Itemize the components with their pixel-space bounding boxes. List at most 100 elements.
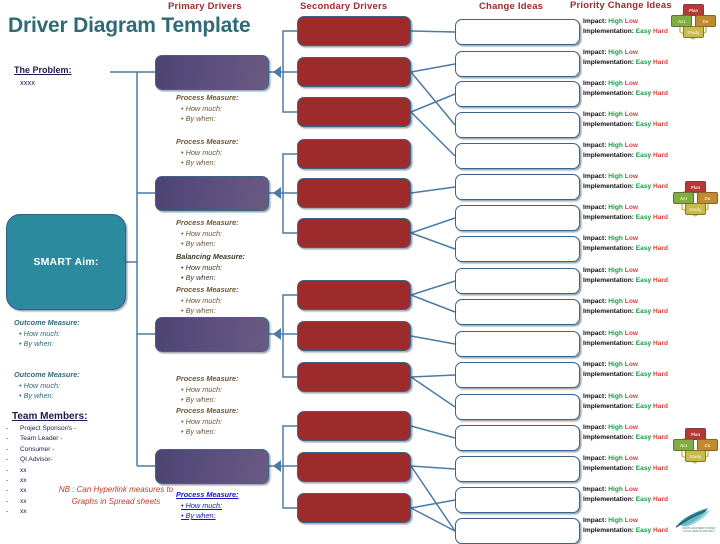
priority-rating[interactable]: Impact: High Low Implementation: Easy Har… [583, 360, 668, 379]
secondary-driver-box[interactable] [297, 97, 411, 127]
secondary-driver-box[interactable] [297, 16, 411, 46]
implementation-easy[interactable]: Easy [636, 527, 651, 534]
pdsa-act[interactable]: Act [673, 439, 694, 451]
secondary-driver-box[interactable] [297, 493, 411, 523]
implementation-easy[interactable]: Easy [636, 214, 651, 221]
impact-low[interactable]: Low [625, 424, 638, 431]
secondary-driver-box[interactable] [297, 280, 411, 310]
implementation-hard[interactable]: Hard [653, 465, 668, 472]
impact-high[interactable]: High [608, 204, 623, 211]
impact-high[interactable]: High [608, 142, 623, 149]
priority-rating[interactable]: Impact: High Low Implementation: Easy Har… [583, 203, 668, 222]
impact-low[interactable]: Low [625, 49, 638, 56]
implementation-hard[interactable]: Hard [653, 277, 668, 284]
change-idea-box[interactable] [455, 268, 580, 294]
impact-low[interactable]: Low [625, 267, 638, 274]
impact-high[interactable]: High [608, 49, 623, 56]
implementation-easy[interactable]: Easy [636, 403, 651, 410]
implementation-hard[interactable]: Hard [653, 371, 668, 378]
implementation-hard[interactable]: Hard [653, 121, 668, 128]
priority-rating[interactable]: Impact: High Low Implementation: Easy Har… [583, 266, 668, 285]
priority-rating[interactable]: Impact: High Low Implementation: Easy Har… [583, 48, 668, 67]
impact-high[interactable]: High [608, 517, 623, 524]
priority-rating[interactable]: Impact: High Low Implementation: Easy Har… [583, 110, 668, 129]
impact-low[interactable]: Low [625, 330, 638, 337]
secondary-driver-box[interactable] [297, 139, 411, 169]
implementation-easy[interactable]: Easy [636, 90, 651, 97]
pdsa-study[interactable]: Study [683, 26, 704, 38]
implementation-hard[interactable]: Hard [653, 496, 668, 503]
change-idea-box[interactable] [455, 143, 580, 169]
impact-high[interactable]: High [608, 235, 623, 242]
change-idea-box[interactable] [455, 299, 580, 325]
change-idea-box[interactable] [455, 487, 580, 513]
change-idea-box[interactable] [455, 236, 580, 262]
primary-driver-box[interactable] [155, 449, 269, 484]
implementation-easy[interactable]: Easy [636, 28, 651, 35]
impact-low[interactable]: Low [625, 298, 638, 305]
priority-rating[interactable]: Impact: High Low Implementation: Easy Har… [583, 79, 668, 98]
impact-low[interactable]: Low [625, 486, 638, 493]
implementation-easy[interactable]: Easy [636, 340, 651, 347]
impact-low[interactable]: Low [625, 18, 638, 25]
change-idea-box[interactable] [455, 394, 580, 420]
primary-driver-box[interactable] [155, 317, 269, 352]
implementation-hard[interactable]: Hard [653, 214, 668, 221]
priority-rating[interactable]: Impact: High Low Implementation: Easy Har… [583, 141, 668, 160]
implementation-easy[interactable]: Easy [636, 465, 651, 472]
change-idea-box[interactable] [455, 81, 580, 107]
impact-high[interactable]: High [608, 111, 623, 118]
change-idea-box[interactable] [455, 425, 580, 451]
impact-high[interactable]: High [608, 173, 623, 180]
implementation-hard[interactable]: Hard [653, 152, 668, 159]
change-idea-box[interactable] [455, 51, 580, 77]
pdsa-act[interactable]: Act [673, 192, 694, 204]
change-idea-box[interactable] [455, 362, 580, 388]
impact-high[interactable]: High [608, 80, 623, 87]
implementation-hard[interactable]: Hard [653, 28, 668, 35]
change-idea-box[interactable] [455, 331, 580, 357]
priority-rating[interactable]: Impact: High Low Implementation: Easy Har… [583, 392, 668, 411]
change-idea-box[interactable] [455, 456, 580, 482]
impact-high[interactable]: High [608, 330, 623, 337]
implementation-easy[interactable]: Easy [636, 371, 651, 378]
impact-high[interactable]: High [608, 361, 623, 368]
impact-low[interactable]: Low [625, 80, 638, 87]
implementation-easy[interactable]: Easy [636, 121, 651, 128]
smart-aim-box[interactable]: SMART Aim: [6, 214, 126, 310]
priority-rating[interactable]: Impact: High Low Implementation: Easy Har… [583, 329, 668, 348]
secondary-driver-box[interactable] [297, 362, 411, 392]
change-idea-box[interactable] [455, 518, 580, 544]
secondary-driver-box[interactable] [297, 218, 411, 248]
measure-line[interactable]: • How much: [176, 501, 238, 512]
priority-rating[interactable]: Impact: High Low Implementation: Easy Har… [583, 17, 668, 36]
priority-rating[interactable]: Impact: High Low Implementation: Easy Har… [583, 172, 668, 191]
impact-low[interactable]: Low [625, 173, 638, 180]
priority-rating[interactable]: Impact: High Low Implementation: Easy Har… [583, 516, 668, 535]
priority-rating[interactable]: Impact: High Low Implementation: Easy Har… [583, 454, 668, 473]
change-idea-box[interactable] [455, 19, 580, 45]
implementation-easy[interactable]: Easy [636, 245, 651, 252]
implementation-easy[interactable]: Easy [636, 59, 651, 66]
implementation-hard[interactable]: Hard [653, 308, 668, 315]
priority-rating[interactable]: Impact: High Low Implementation: Easy Har… [583, 485, 668, 504]
pdsa-act[interactable]: Act [671, 15, 692, 27]
implementation-easy[interactable]: Easy [636, 277, 651, 284]
impact-low[interactable]: Low [625, 111, 638, 118]
process-measure-hyperlink[interactable]: Process Measure: • How much: • By when: [176, 490, 238, 522]
implementation-easy[interactable]: Easy [636, 496, 651, 503]
impact-high[interactable]: High [608, 298, 623, 305]
impact-high[interactable]: High [608, 18, 623, 25]
implementation-easy[interactable]: Easy [636, 152, 651, 159]
impact-high[interactable]: High [608, 424, 623, 431]
impact-high[interactable]: High [608, 455, 623, 462]
implementation-hard[interactable]: Hard [653, 434, 668, 441]
primary-driver-box[interactable] [155, 55, 269, 90]
priority-rating[interactable]: Impact: High Low Implementation: Easy Har… [583, 423, 668, 442]
pdsa-study[interactable]: Study [685, 450, 706, 462]
priority-rating[interactable]: Impact: High Low Implementation: Easy Har… [583, 297, 668, 316]
implementation-easy[interactable]: Easy [636, 434, 651, 441]
secondary-driver-box[interactable] [297, 57, 411, 87]
impact-low[interactable]: Low [625, 517, 638, 524]
implementation-hard[interactable]: Hard [653, 527, 668, 534]
